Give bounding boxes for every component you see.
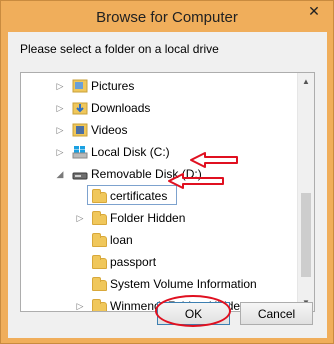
- tree-item-videos[interactable]: ▷ Videos: [21, 119, 297, 141]
- tree-item-label: Videos: [91, 123, 128, 137]
- title-bar[interactable]: Browse for Computer ✕: [1, 1, 333, 33]
- tree-item-passport[interactable]: passport: [21, 251, 297, 273]
- annotation-oval: [155, 295, 231, 327]
- tree-item-label: certificates: [110, 189, 168, 203]
- pictures-library-icon: [72, 79, 88, 93]
- tree-item-label: Local Disk (C:): [91, 145, 170, 159]
- windows-drive-icon: [72, 145, 88, 159]
- cancel-button[interactable]: Cancel: [240, 302, 313, 325]
- chevron-down-icon[interactable]: ◢: [55, 169, 65, 179]
- tree-item-local-disk[interactable]: ▷ Local Disk (C:): [21, 141, 297, 163]
- tree-item-label: loan: [110, 233, 133, 247]
- close-button[interactable]: ✕: [301, 2, 327, 20]
- scroll-up-arrow-icon[interactable]: ▲: [298, 73, 314, 90]
- folder-icon: [92, 299, 107, 311]
- instruction-text: Please select a folder on a local drive: [20, 42, 219, 56]
- browse-dialog: Browse for Computer ✕ Please select a fo…: [0, 0, 334, 344]
- tree-item-label: System Volume Information: [110, 277, 257, 291]
- folder-tree[interactable]: ▷ Pictures ▷ Downloads ▷ Videos ▷ Local …: [20, 72, 315, 312]
- downloads-folder-icon: [72, 101, 88, 115]
- chevron-right-icon[interactable]: ▷: [55, 125, 65, 135]
- folder-icon: [92, 255, 107, 269]
- tree-item-label: Downloads: [91, 101, 151, 115]
- close-icon: ✕: [308, 2, 320, 19]
- folder-icon: [92, 277, 107, 291]
- folder-icon: [92, 211, 107, 225]
- videos-library-icon: [72, 123, 88, 137]
- tree-item-loan[interactable]: loan: [21, 229, 297, 251]
- annotation-arrow-icon: [190, 152, 238, 168]
- usb-drive-icon: [72, 168, 88, 182]
- tree-item-downloads[interactable]: ▷ Downloads: [21, 97, 297, 119]
- folder-icon: [92, 233, 107, 247]
- tree-item-removable-disk[interactable]: ◢ Removable Disk (D:): [21, 163, 297, 185]
- dialog-title: Browse for Computer: [96, 9, 238, 26]
- tree-item-label: Pictures: [91, 79, 135, 93]
- vertical-scrollbar[interactable]: ▲ ▼: [297, 73, 314, 311]
- chevron-right-icon[interactable]: ▷: [75, 301, 85, 311]
- chevron-right-icon[interactable]: ▷: [55, 103, 65, 113]
- chevron-right-icon[interactable]: ▷: [55, 81, 65, 91]
- tree-item-pictures[interactable]: ▷ Pictures: [21, 75, 297, 97]
- tree-item-certificates[interactable]: certificates: [21, 185, 297, 207]
- folder-icon: [92, 189, 107, 203]
- scrollbar-thumb[interactable]: [301, 193, 311, 277]
- chevron-right-icon[interactable]: ▷: [75, 213, 85, 223]
- tree-item-label: Folder Hidden: [110, 211, 186, 225]
- tree-item-system-volume-information[interactable]: System Volume Information: [21, 273, 297, 295]
- tree-item-label: passport: [110, 255, 157, 269]
- annotation-arrow-icon: [168, 173, 224, 189]
- tree-item-folder-hidden[interactable]: ▷ Folder Hidden: [21, 207, 297, 229]
- chevron-right-icon[interactable]: ▷: [55, 147, 65, 157]
